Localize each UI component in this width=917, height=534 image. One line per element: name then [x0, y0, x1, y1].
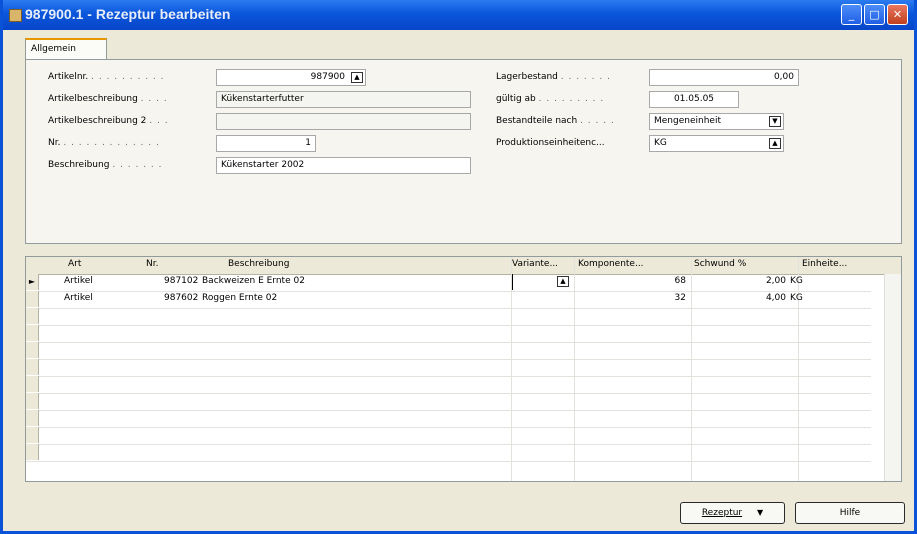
cell-art[interactable]: Artikel [64, 276, 93, 286]
row-selector[interactable] [26, 427, 39, 443]
title-bar[interactable]: 987900.1 - Rezeptur bearbeiten _ □ ✕ [3, 0, 914, 30]
cell-schwund[interactable]: 2,00 [726, 276, 786, 286]
artikelnr-label: Artikelnr. . . . . . . . . . . [48, 72, 165, 82]
app-icon [9, 9, 22, 22]
row-selector[interactable] [26, 325, 39, 341]
artikelbeschreibung2-label: Artikelbeschreibung 2 . . . [48, 116, 169, 126]
artikelbeschreibung-field[interactable]: Kükenstarterfutter [216, 91, 471, 108]
table-row[interactable]: ► Artikel 987102 Backweizen E Ernte 02 ▲… [26, 274, 871, 292]
artikelnr-field[interactable]: 987900 ▲ [216, 69, 366, 86]
lookup-icon[interactable]: ▲ [351, 72, 363, 83]
grid-header: Art Nr. Beschreibung Variante... Kompone… [26, 257, 901, 275]
gueltig-ab-label: gültig ab . . . . . . . . . [496, 94, 605, 104]
chevron-down-icon[interactable]: ▼ [769, 116, 781, 127]
row-selector[interactable] [26, 376, 39, 392]
row-selector[interactable] [26, 444, 39, 460]
row-selector[interactable] [26, 359, 39, 375]
bestandteile-nach-label: Bestandteile nach . . . . . [496, 116, 615, 126]
produktionseinheiten-label: Produktionseinheitenc... [496, 138, 605, 148]
col-header-nr[interactable]: Nr. [146, 259, 158, 269]
col-header-art[interactable]: Art [68, 259, 81, 269]
empty-row[interactable] [26, 342, 871, 360]
beschreibung-field[interactable]: Kükenstarter 2002 [216, 157, 471, 174]
artikelbeschreibung-label: Artikelbeschreibung . . . . [48, 94, 168, 104]
row-selector[interactable] [26, 291, 39, 307]
lines-grid: Art Nr. Beschreibung Variante... Kompone… [25, 256, 902, 482]
col-header-beschreibung[interactable]: Beschreibung [228, 259, 289, 269]
current-row-indicator-icon: ► [26, 274, 39, 290]
empty-row[interactable] [26, 427, 871, 445]
empty-row[interactable] [26, 325, 871, 343]
row-selector[interactable] [26, 342, 39, 358]
rezeptur-button-label: Rezeptur [701, 508, 743, 518]
close-button[interactable]: ✕ [887, 4, 908, 25]
col-header-einheit[interactable]: Einheite... [802, 259, 847, 269]
cell-variante[interactable]: ▲ [512, 274, 573, 290]
bestandteile-nach-select[interactable]: Mengeneinheit ▼ [649, 113, 784, 130]
col-header-variante[interactable]: Variante... [512, 259, 558, 269]
gueltig-ab-field[interactable]: 01.05.05 [649, 91, 739, 108]
minimize-button[interactable]: _ [841, 4, 862, 25]
empty-row[interactable] [26, 359, 871, 377]
vertical-scrollbar[interactable] [884, 274, 901, 481]
nr-field[interactable]: 1 [216, 135, 316, 152]
cell-beschreibung[interactable]: Backweizen E Ernte 02 [202, 276, 305, 286]
row-selector[interactable] [26, 308, 39, 324]
cell-komponente[interactable]: 32 [626, 293, 686, 303]
table-row[interactable]: Artikel 987602 Roggen Ernte 02 32 4,00 K… [26, 291, 871, 309]
lagerbestand-label: Lagerbestand . . . . . . . [496, 72, 611, 82]
general-panel: Artikelnr. . . . . . . . . . . 987900 ▲ A… [25, 59, 902, 244]
row-selector[interactable] [26, 393, 39, 409]
cell-komponente[interactable]: 68 [626, 276, 686, 286]
cell-nr[interactable]: 987102 [164, 276, 198, 286]
lookup-icon[interactable]: ▲ [557, 276, 569, 287]
empty-row[interactable] [26, 308, 871, 326]
cell-einheit[interactable]: KG [790, 293, 803, 303]
col-header-schwund[interactable]: Schwund % [694, 259, 746, 269]
lookup-icon[interactable]: ▲ [769, 138, 781, 149]
empty-row[interactable] [26, 410, 871, 428]
artikelbeschreibung2-field[interactable] [216, 113, 471, 130]
cell-schwund[interactable]: 4,00 [726, 293, 786, 303]
cell-art[interactable]: Artikel [64, 293, 93, 303]
cell-nr[interactable]: 987602 [164, 293, 198, 303]
chevron-down-icon: ▼ [757, 508, 764, 517]
app-window: 987900.1 - Rezeptur bearbeiten _ □ ✕ All… [0, 0, 917, 534]
window-title: 987900.1 - Rezeptur bearbeiten [25, 6, 231, 22]
cell-einheit[interactable]: KG [790, 276, 803, 286]
produktionseinheiten-field[interactable]: KG ▲ [649, 135, 784, 152]
help-button[interactable]: Hilfe [795, 502, 905, 524]
rezeptur-menu-button[interactable]: Rezeptur ▼ [680, 502, 785, 524]
empty-row[interactable] [26, 393, 871, 411]
empty-row[interactable] [26, 376, 871, 394]
maximize-button[interactable]: □ [864, 4, 885, 25]
beschreibung-label: Beschreibung . . . . . . . [48, 160, 163, 170]
tab-allgemein[interactable]: Allgemein [25, 38, 107, 60]
row-selector[interactable] [26, 410, 39, 426]
lagerbestand-field[interactable]: 0,00 [649, 69, 799, 86]
col-header-komponente[interactable]: Komponente... [578, 259, 644, 269]
cell-beschreibung[interactable]: Roggen Ernte 02 [202, 293, 277, 303]
nr-label: Nr. . . . . . . . . . . . . . [48, 138, 160, 148]
empty-row[interactable] [26, 444, 871, 462]
tab-label: Allgemein [31, 44, 76, 54]
